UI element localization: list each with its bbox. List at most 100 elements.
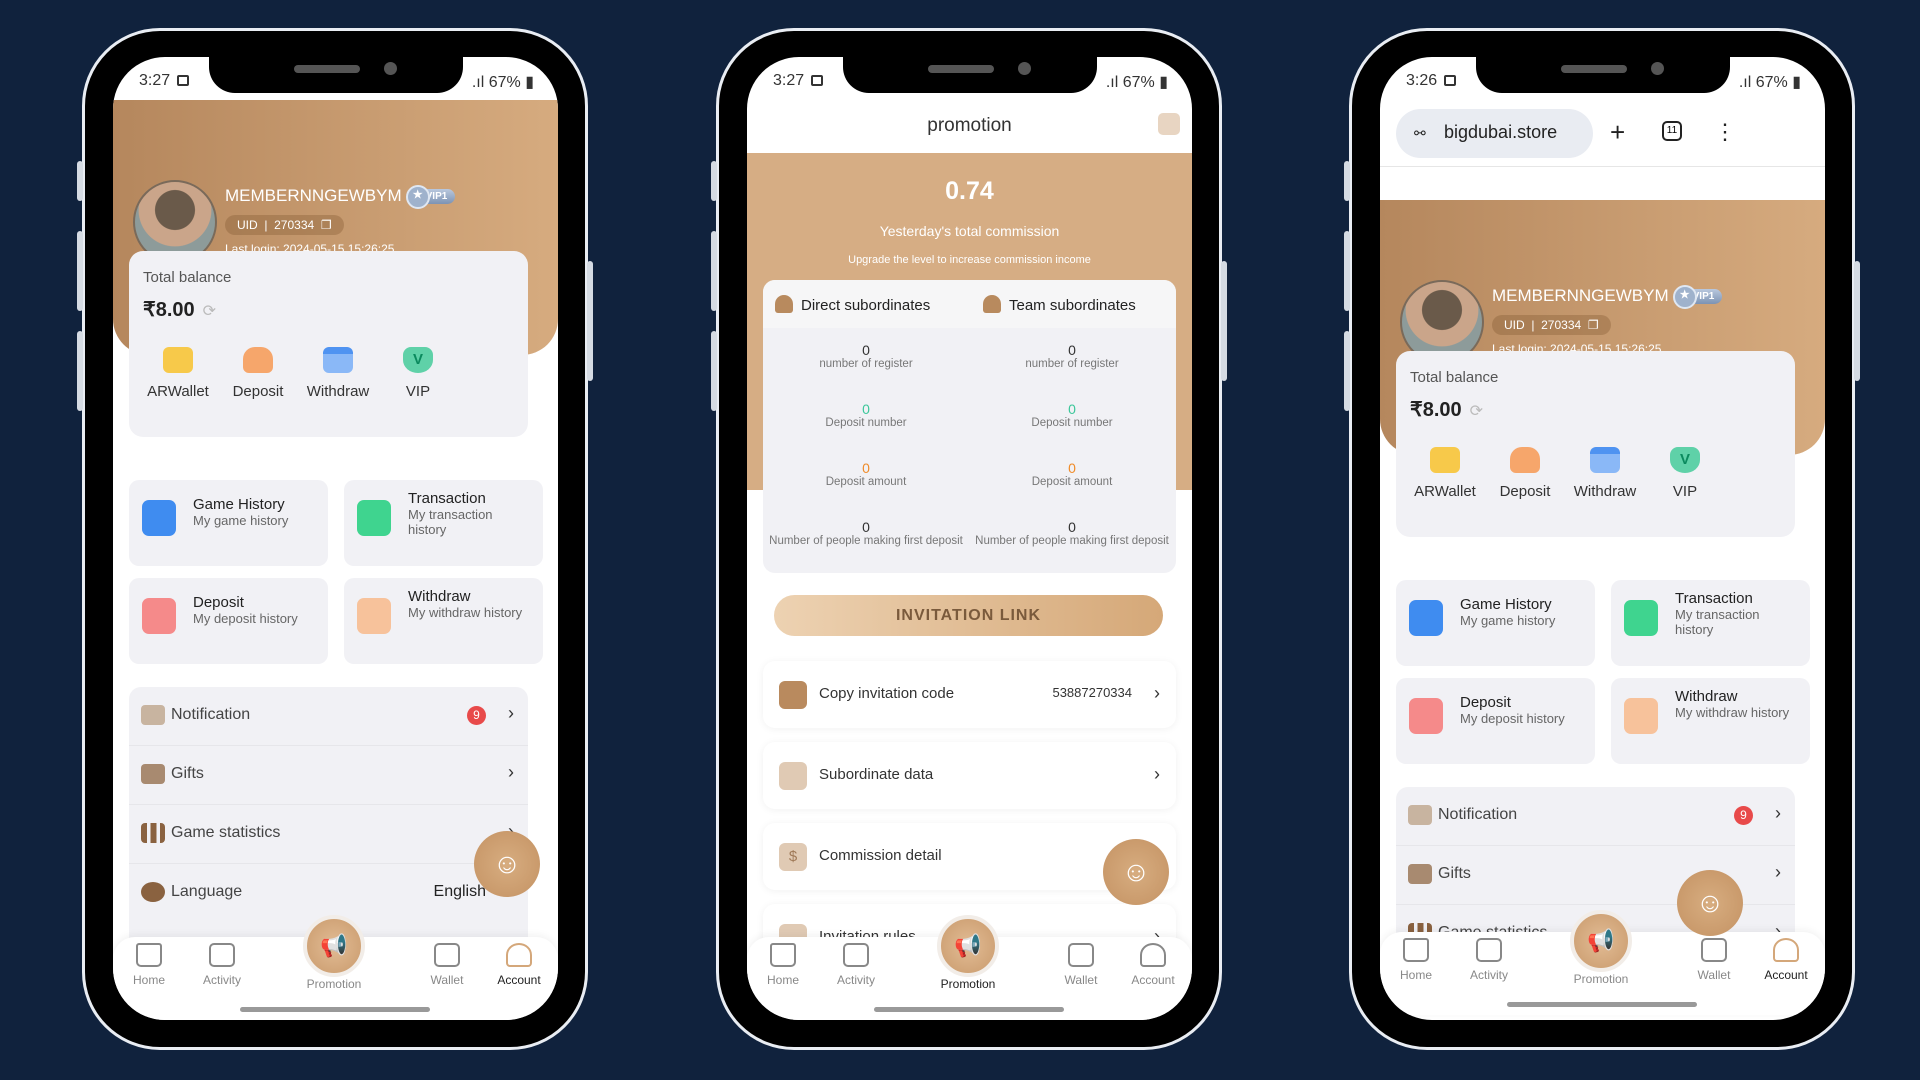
tab-home[interactable]: Home bbox=[1380, 938, 1456, 982]
tab-activity[interactable]: Activity bbox=[182, 943, 262, 987]
tab-label: Wallet bbox=[1064, 973, 1098, 987]
card-title: Withdraw bbox=[408, 588, 471, 605]
card-game-history[interactable]: Game History My game history bbox=[129, 480, 328, 566]
customer-support-button[interactable]: ☺ bbox=[1677, 870, 1743, 936]
menu-label: Gifts bbox=[171, 765, 204, 782]
wallet-icon bbox=[1068, 943, 1094, 967]
stat-value: 0 bbox=[862, 401, 870, 417]
invitation-link-button[interactable]: INVITATION LINK bbox=[774, 595, 1163, 636]
balance-card: Total balance ₹8.00 ⟳ ARWallet Deposit Wi… bbox=[129, 251, 528, 437]
megaphone-icon[interactable]: 📢 bbox=[937, 915, 999, 977]
megaphone-icon[interactable]: 📢 bbox=[1570, 910, 1632, 972]
battery: .ıl 67% ▮ bbox=[1105, 74, 1168, 91]
card-subtitle: My transaction history bbox=[408, 507, 493, 537]
stat-label: Number of people making first deposit bbox=[769, 535, 963, 547]
browser-screen: 3:26 .ıl 67% ▮ ⚯ bigdubai.store + 11 ⋮ MEM… bbox=[1380, 57, 1825, 1020]
subordinate-data[interactable]: Subordinate data › bbox=[763, 742, 1176, 809]
quick-arwallet[interactable]: ARWallet bbox=[133, 347, 223, 400]
menu-gifts[interactable]: Gifts › bbox=[129, 746, 528, 805]
tab-account[interactable]: Account bbox=[1746, 938, 1825, 982]
balance-label: Total balance bbox=[143, 269, 232, 286]
tab-label: Activity bbox=[202, 973, 241, 987]
phone-account: 3:27 .ıl 67% ▮ MEMBERNNGEWBYMVIP1 UID | 2… bbox=[77, 28, 593, 1050]
account-icon bbox=[1773, 938, 1799, 962]
menu-notification[interactable]: Notification 9 › bbox=[129, 687, 528, 746]
direct-subordinates-header: Direct subordinates bbox=[775, 295, 930, 314]
tab-activity[interactable]: Activity bbox=[816, 943, 896, 987]
tab-promotion[interactable]: Promotion bbox=[1561, 972, 1641, 986]
card-title: Transaction bbox=[408, 490, 486, 507]
uid-value: 270334 bbox=[274, 218, 315, 232]
stat-label: number of register bbox=[1025, 358, 1119, 370]
tab-label: Account bbox=[497, 973, 541, 987]
image-icon bbox=[811, 75, 823, 86]
quick-label: Deposit bbox=[232, 383, 284, 400]
tab-account[interactable]: Account bbox=[1113, 943, 1192, 987]
quick-vip[interactable]: V VIP bbox=[373, 347, 463, 400]
stat-label: Number of people making first deposit bbox=[975, 535, 1169, 547]
megaphone-icon[interactable]: 📢 bbox=[303, 915, 365, 977]
card-subtitle: My deposit history bbox=[193, 611, 298, 626]
home-indicator[interactable] bbox=[1507, 1002, 1697, 1007]
status-time: 3:27 bbox=[773, 72, 805, 89]
tab-home[interactable]: Home bbox=[747, 943, 823, 987]
card-title: Deposit bbox=[193, 594, 244, 611]
menu-game-statistics[interactable]: Game statistics› bbox=[129, 805, 528, 864]
card-transaction[interactable]: Transaction My transaction history bbox=[344, 480, 543, 566]
stat-value: 0 bbox=[1068, 519, 1076, 535]
stat-value: 0 bbox=[862, 519, 870, 535]
tab-wallet[interactable]: Wallet bbox=[407, 943, 487, 987]
commission-label: Yesterday's total commission bbox=[879, 223, 1060, 239]
card-subtitle: My game history bbox=[193, 513, 289, 528]
account-screen: 3:27 .ıl 67% ▮ MEMBERNNGEWBYMVIP1 UID | 2… bbox=[113, 57, 558, 1020]
battery-level: 67% bbox=[1122, 74, 1155, 91]
tab-home[interactable]: Home bbox=[113, 943, 189, 987]
chevron-right-icon: › bbox=[508, 762, 514, 782]
username-text: MEMBERNNGEWBYM bbox=[225, 186, 402, 205]
home-indicator[interactable] bbox=[240, 1007, 430, 1012]
home-indicator[interactable] bbox=[874, 1007, 1064, 1012]
tab-promotion[interactable]: Promotion bbox=[928, 977, 1008, 991]
tab-label: Promotion bbox=[1573, 972, 1629, 986]
menu-language[interactable]: LanguageEnglish› bbox=[129, 864, 528, 923]
card-title: Game History bbox=[193, 496, 285, 513]
card-withdraw[interactable]: Withdraw My withdraw history bbox=[344, 578, 543, 664]
battery-level: 67% bbox=[1755, 74, 1788, 91]
quick-deposit[interactable]: Deposit bbox=[213, 347, 303, 400]
battery: .ıl 67% ▮ bbox=[471, 74, 534, 91]
tab-wallet[interactable]: Wallet bbox=[1674, 938, 1754, 982]
refresh-icon[interactable]: ⟳ bbox=[203, 303, 216, 320]
menu-label: Notification bbox=[171, 706, 251, 723]
tab-wallet[interactable]: Wallet bbox=[1041, 943, 1121, 987]
gift-icon bbox=[843, 943, 869, 967]
vip-badge: VIP1 bbox=[405, 185, 456, 209]
copy-icon[interactable]: ❐ bbox=[321, 218, 332, 232]
calendar-icon bbox=[779, 762, 807, 790]
stat-direct: 0 number of register bbox=[763, 342, 969, 371]
quick-withdraw[interactable]: Withdraw bbox=[293, 347, 383, 400]
stat-value: 0 bbox=[862, 460, 870, 476]
customer-support-button[interactable]: ☺ bbox=[474, 831, 540, 897]
tab-label: Promotion bbox=[940, 977, 996, 991]
filter-icon[interactable] bbox=[1158, 113, 1180, 135]
stat-team: 0 Number of people making first deposit bbox=[969, 519, 1175, 548]
battery: .ıl 67% ▮ bbox=[1738, 74, 1801, 91]
tab-account[interactable]: Account bbox=[479, 943, 558, 987]
commission-value: 0.74 bbox=[945, 177, 994, 205]
tab-promotion[interactable]: Promotion bbox=[294, 977, 374, 991]
page-title: promotion bbox=[927, 115, 1012, 136]
tab-label: Home bbox=[766, 973, 799, 987]
tab-label: Activity bbox=[1469, 968, 1508, 982]
card-deposit[interactable]: Deposit My deposit history bbox=[129, 578, 328, 664]
customer-support-button[interactable]: ☺ bbox=[1103, 839, 1169, 905]
tab-label: Account bbox=[1764, 968, 1808, 982]
account-icon bbox=[506, 943, 532, 967]
stat-label: Deposit number bbox=[1031, 417, 1113, 429]
notification-badge: 9 bbox=[467, 706, 486, 725]
copy-invitation-code[interactable]: Copy invitation code 53887270334 › bbox=[763, 661, 1176, 728]
tab-activity[interactable]: Activity bbox=[1449, 938, 1529, 982]
team-subordinates-header: Team subordinates bbox=[983, 295, 1136, 314]
uid-pill[interactable]: UID | 270334 ❐ bbox=[225, 215, 344, 235]
tab-label: Account bbox=[1131, 973, 1175, 987]
card-subtitle: My withdraw history bbox=[408, 605, 523, 620]
